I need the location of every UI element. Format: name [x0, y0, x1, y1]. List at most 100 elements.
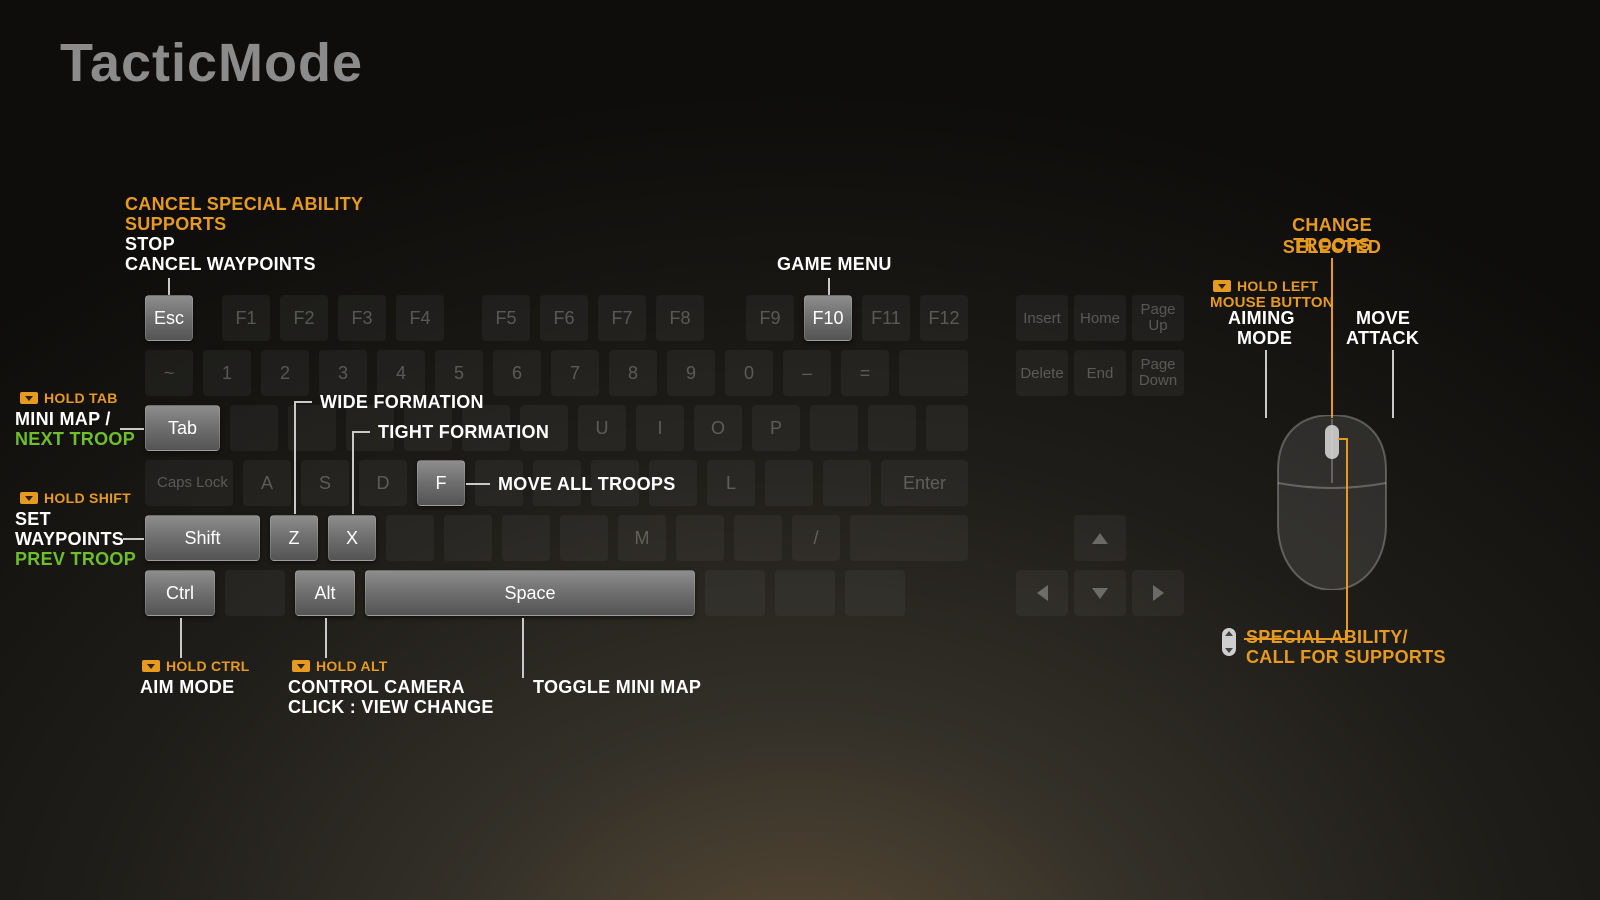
label-mouse-top2: TROOPS	[1247, 234, 1417, 256]
key-f6: F6	[540, 295, 588, 341]
key-f8: F8	[656, 295, 704, 341]
key-a: A	[243, 460, 291, 506]
label-f: MOVE ALL TROOPS	[498, 473, 676, 495]
key-space: Space	[365, 570, 695, 616]
hold-badge-icon	[142, 660, 160, 672]
key-f12: F12	[920, 295, 968, 341]
key-f4: F4	[396, 295, 444, 341]
label-esc-stop: STOP	[125, 233, 175, 255]
hold-ctrl-text: HOLD CTRL	[166, 658, 250, 674]
label-f10: GAME MENU	[777, 253, 892, 275]
arrow-left-icon	[1037, 585, 1048, 601]
arrow-up-icon	[1092, 533, 1108, 544]
key-insert: Insert	[1016, 295, 1068, 341]
label-esc-supports: SUPPORTS	[125, 213, 226, 235]
key-ctrl: Ctrl	[145, 570, 215, 616]
key-pageup-l2: Up	[1148, 317, 1167, 334]
connector	[352, 431, 370, 433]
hold-tab-badge: HOLD TAB	[20, 390, 118, 406]
key-shift: Shift	[145, 515, 260, 561]
label-wheel1: SPECIAL ABILITY/	[1246, 626, 1408, 648]
connector	[466, 483, 490, 485]
connector	[1265, 350, 1267, 418]
connector	[1346, 438, 1348, 638]
key-f7: F7	[598, 295, 646, 341]
key-equals: =	[841, 350, 889, 396]
connector	[294, 401, 312, 403]
key-bracket-l	[810, 405, 858, 451]
hold-shift-text: HOLD SHIFT	[44, 490, 131, 506]
label-tab-next-troop: NEXT TROOP	[15, 428, 135, 450]
label-lmb1: AIMING	[1228, 307, 1295, 329]
key-delete: Delete	[1016, 350, 1068, 396]
label-ctrl-aim: AIM MODE	[140, 676, 234, 698]
connector	[828, 278, 830, 295]
key-end: End	[1074, 350, 1126, 396]
connector	[325, 618, 327, 658]
key-arrow-left	[1016, 570, 1068, 616]
connector	[294, 401, 296, 514]
key-arrow-up	[1074, 515, 1126, 561]
key-0: 0	[725, 350, 773, 396]
arrow-right-icon	[1153, 585, 1164, 601]
label-shift-prev-troop: PREV TROOP	[15, 548, 136, 570]
key-comma	[676, 515, 724, 561]
key-3: 3	[319, 350, 367, 396]
key-backslash	[926, 405, 968, 451]
key-n	[560, 515, 608, 561]
key-pageup: PageUp	[1132, 295, 1184, 341]
key-u: U	[578, 405, 626, 451]
key-rshift	[850, 515, 968, 561]
key-rctrl	[845, 570, 905, 616]
hold-badge-icon	[20, 392, 38, 404]
key-f1: F1	[222, 295, 270, 341]
key-f2: F2	[280, 295, 328, 341]
label-rmb1: MOVE	[1356, 307, 1410, 329]
key-4: 4	[377, 350, 425, 396]
hold-shift-badge: HOLD SHIFT	[20, 490, 131, 506]
connector	[123, 538, 144, 540]
key-pagedown-l1: Page	[1140, 356, 1175, 373]
key-2: 2	[261, 350, 309, 396]
hold-tab-text: HOLD TAB	[44, 390, 118, 406]
connector	[1331, 258, 1333, 418]
label-shift-waypoints: WAYPOINTS	[15, 528, 124, 550]
key-pagedown: PageDown	[1132, 350, 1184, 396]
hold-badge-icon	[1213, 280, 1231, 292]
key-o: O	[694, 405, 742, 451]
key-f11: F11	[862, 295, 910, 341]
key-b	[502, 515, 550, 561]
key-dash: –	[783, 350, 831, 396]
hold-alt-text: HOLD ALT	[316, 658, 388, 674]
connector	[352, 431, 354, 514]
key-f3: F3	[338, 295, 386, 341]
key-m: M	[618, 515, 666, 561]
key-6: 6	[493, 350, 541, 396]
key-ralt	[705, 570, 765, 616]
label-x: TIGHT FORMATION	[378, 421, 549, 443]
key-pagedown-l2: Down	[1139, 372, 1177, 389]
key-d: D	[359, 460, 407, 506]
key-x: X	[328, 515, 376, 561]
key-capslock: Caps Lock	[145, 460, 233, 506]
mouse-icon	[1272, 415, 1392, 590]
key-home: Home	[1074, 295, 1126, 341]
key-s: S	[301, 460, 349, 506]
key-win	[225, 570, 285, 616]
connector	[1338, 438, 1348, 440]
key-menu	[775, 570, 835, 616]
key-period	[734, 515, 782, 561]
scroll-wheel-icon	[1222, 628, 1236, 656]
key-p: P	[752, 405, 800, 451]
key-tab: Tab	[145, 405, 220, 451]
key-f: F	[417, 460, 465, 506]
label-space: TOGGLE MINI MAP	[533, 676, 701, 698]
key-pageup-l1: Page	[1140, 301, 1175, 318]
arrow-down-icon	[1092, 588, 1108, 599]
label-wheel2: CALL FOR SUPPORTS	[1246, 646, 1446, 668]
key-7: 7	[551, 350, 599, 396]
key-semicolon	[765, 460, 813, 506]
key-alt: Alt	[295, 570, 355, 616]
key-8: 8	[609, 350, 657, 396]
label-alt-camera: CONTROL CAMERA	[288, 676, 465, 698]
